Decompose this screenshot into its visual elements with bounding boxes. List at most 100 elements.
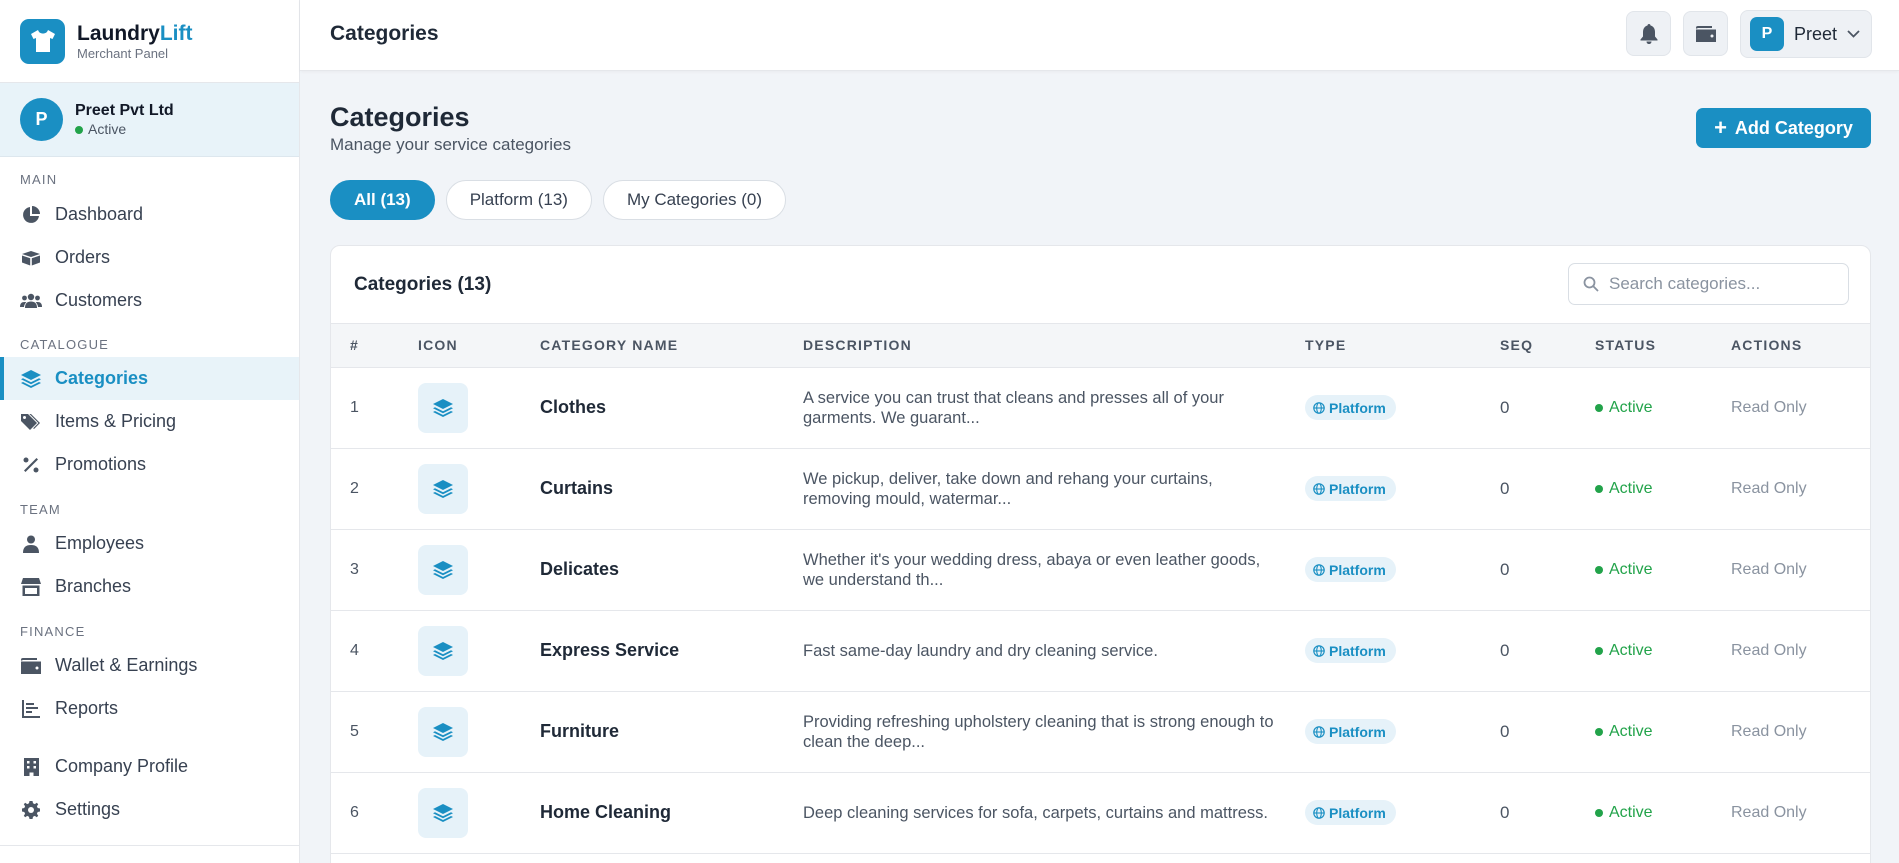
- column-header-name: CATEGORY NAME: [540, 324, 803, 368]
- gear-icon: [20, 799, 42, 821]
- page-title: Categories: [330, 102, 470, 132]
- row-number: 5: [350, 722, 359, 740]
- category-name: Home Cleaning: [540, 802, 672, 822]
- user-menu[interactable]: P Preet: [1740, 10, 1872, 58]
- category-name: Curtains: [540, 478, 614, 498]
- merchant-status: Active: [75, 121, 174, 138]
- wallet-button[interactable]: [1683, 11, 1728, 56]
- type-badge: Platform: [1305, 557, 1396, 582]
- search-input[interactable]: [1609, 274, 1839, 294]
- type-badge: Platform: [1305, 476, 1396, 501]
- sidebar-item-items-pricing[interactable]: Items & Pricing: [0, 400, 299, 443]
- bar-chart-icon: [20, 698, 42, 720]
- sidebar-item-label: Wallet & Earnings: [55, 655, 198, 675]
- category-description: Deep cleaning services for sofa, carpets…: [803, 803, 1268, 822]
- sidebar-item-label: Categories: [55, 368, 149, 388]
- status-dot-icon: [1595, 646, 1603, 655]
- wallet-icon: [20, 655, 42, 677]
- sidebar-item-categories[interactable]: Categories: [0, 357, 299, 400]
- box-icon: [20, 247, 42, 269]
- globe-icon: [1313, 401, 1325, 414]
- filter-tabs: All (13) Platform (13) My Categories (0): [330, 180, 797, 220]
- store-icon: [20, 576, 42, 598]
- filter-tab-platform[interactable]: Platform (13): [445, 180, 592, 220]
- sidebar-item-settings[interactable]: Settings: [0, 788, 299, 831]
- layers-icon: [418, 787, 468, 838]
- tshirt-icon: [20, 18, 65, 64]
- status-badge: Active: [1595, 723, 1653, 741]
- sidebar-item-orders[interactable]: Orders: [0, 236, 299, 279]
- status-badge: Active: [1595, 480, 1653, 498]
- status-dot-icon: [1595, 727, 1603, 736]
- table-row[interactable]: 2 Curtains We pickup, deliver, take down a…: [331, 448, 1870, 529]
- category-description: Whether it's your wedding dress, abaya o…: [803, 550, 1261, 589]
- table-row[interactable]: 6 Home Cleaning Deep cleaning services for…: [331, 772, 1870, 853]
- sidebar-item-label: Branches: [55, 576, 132, 596]
- table-row[interactable]: 1 Clothes A service you can trust that cle…: [331, 367, 1870, 448]
- user-avatar: P: [1750, 17, 1784, 51]
- row-number: 1: [350, 398, 359, 416]
- sidebar-item-dashboard[interactable]: Dashboard: [0, 193, 299, 236]
- chevron-down-icon: [1847, 30, 1860, 38]
- search-icon: [1583, 276, 1599, 292]
- globe-icon: [1313, 806, 1325, 819]
- notifications-button[interactable]: [1626, 11, 1671, 56]
- status-dot-icon: [1595, 808, 1603, 817]
- brand-subtitle: Merchant Panel: [77, 45, 169, 61]
- sidebar-item-customers[interactable]: Customers: [0, 279, 299, 322]
- sequence-value: 0: [1500, 721, 1510, 741]
- column-header-icon: ICON: [418, 324, 540, 368]
- user-icon: [20, 533, 42, 555]
- search-box[interactable]: [1568, 263, 1849, 305]
- brand[interactable]: LaundryLift Merchant Panel: [0, 0, 299, 83]
- merchant-card[interactable]: P Preet Pvt Ltd Active: [0, 83, 299, 157]
- sidebar-item-employees[interactable]: Employees: [0, 522, 299, 565]
- category-description: A service you can trust that cleans and …: [803, 388, 1224, 427]
- sidebar-item-promotions[interactable]: Promotions: [0, 443, 299, 486]
- brand-name: LaundryLift: [77, 21, 193, 45]
- filter-tab-all[interactable]: All (13): [330, 180, 435, 220]
- nav-section-catalogue: CATALOGUE: [20, 337, 110, 352]
- sidebar-item-label: Items & Pricing: [55, 411, 177, 431]
- column-header-status: STATUS: [1595, 324, 1731, 368]
- sequence-value: 0: [1500, 802, 1510, 822]
- table-row[interactable]: 4 Express Service Fast same-day laundry an…: [331, 610, 1870, 691]
- category-description: We pickup, deliver, take down and rehang…: [803, 469, 1213, 508]
- add-category-button[interactable]: + Add Category: [1696, 108, 1871, 148]
- sidebar-item-label: Reports: [55, 698, 119, 718]
- sidebar-divider: [0, 845, 300, 846]
- sidebar: LaundryLift Merchant Panel P Preet Pvt L…: [0, 0, 300, 863]
- topbar: Categories P Preet: [300, 0, 1899, 71]
- sidebar-item-wallet[interactable]: Wallet & Earnings: [0, 644, 299, 687]
- sidebar-item-reports[interactable]: Reports: [0, 687, 299, 730]
- sidebar-item-branches[interactable]: Branches: [0, 565, 299, 608]
- column-header-description: DESCRIPTION: [803, 324, 1305, 368]
- percent-icon: [20, 454, 42, 476]
- sidebar-item-label: Customers: [55, 290, 143, 310]
- row-number: 3: [350, 560, 359, 578]
- table-row[interactable]: 3 Delicates Whether it's your wedding dres…: [331, 529, 1870, 610]
- status-dot-icon: [1595, 403, 1603, 412]
- sequence-value: 0: [1500, 397, 1510, 417]
- status-dot-icon: [1595, 484, 1603, 493]
- category-name: Furniture: [540, 721, 619, 741]
- filter-tab-my-categories[interactable]: My Categories (0): [602, 180, 787, 220]
- type-badge: Platform: [1305, 800, 1396, 825]
- users-icon: [20, 290, 42, 312]
- category-description: Providing refreshing upholstery cleaning…: [803, 712, 1274, 751]
- categories-table: # ICON CATEGORY NAME DESCRIPTION TYPE SE…: [331, 324, 1870, 854]
- building-icon: [20, 756, 42, 778]
- card-title: Categories (13): [354, 274, 492, 295]
- status-badge: Active: [1595, 804, 1653, 822]
- sidebar-item-label: Company Profile: [55, 756, 189, 776]
- status-badge: Active: [1595, 399, 1653, 417]
- column-header-number: #: [331, 324, 418, 368]
- table-row[interactable]: 5 Furniture Providing refreshing upholster…: [331, 691, 1870, 772]
- sidebar-item-label: Settings: [55, 799, 121, 819]
- tags-icon: [20, 411, 42, 433]
- row-action: Read Only: [1731, 560, 1807, 578]
- sidebar-item-company-profile[interactable]: Company Profile: [0, 745, 299, 788]
- merchant-name: Preet Pvt Ltd: [75, 102, 174, 119]
- sidebar-item-label: Employees: [55, 533, 145, 553]
- categories-card: Categories (13) # ICON CATEGORY NAME DES…: [330, 245, 1871, 863]
